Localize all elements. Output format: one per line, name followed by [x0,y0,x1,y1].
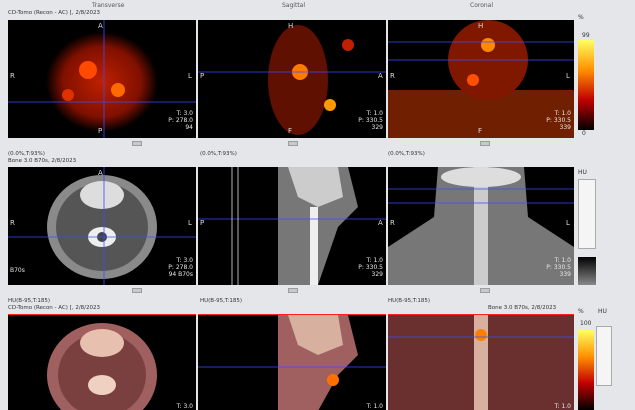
orient-a: A [378,72,383,80]
row3-label: HU(B-95,T:185) [200,298,243,304]
orient-f: F [288,127,293,135]
orient-l: L [188,72,192,80]
slice-info: T: 3.0 P: 278.0 94 B70s [168,257,193,278]
slice-slider[interactable] [288,288,298,293]
slice-slider[interactable] [480,141,490,146]
row2-label: (0.0%,T:93%) [388,151,425,157]
row1-series-label: CD-Tomo (Recon - AC) [, 2/8/2023 [8,10,101,16]
row3-label: HU(B-95,T:185) [388,298,431,304]
slice-info: T: 1.0 P: 330.5 329 [358,110,383,131]
orient-h: H [478,22,484,30]
slice-info: T: 3.0 [176,403,193,410]
orient-f: F [478,127,483,135]
pet-colorbar: % 99 0 [578,14,594,138]
orient-a: A [98,169,103,177]
row3-label: HU(B-95,T:185) [8,298,51,304]
slice-info: T: 3.0 P: 278.0 94 [168,110,193,131]
orient-r: R [10,219,15,227]
slice-slider[interactable] [288,141,298,146]
ct-coronal-viewport[interactable]: R L T: 1.0 P: 330.5 339 [388,167,574,285]
fusion-sagittal-viewport[interactable]: T: 1.0 [198,314,386,410]
kernel-label: B70s [10,267,25,274]
orient-r: R [390,72,395,80]
row3-series-label-ct: Bone 3.0 B70s, 2/8/2023 [488,305,557,311]
orient-a: A [98,22,103,30]
slice-info: T: 1.0 P: 330.5 339 [546,257,571,278]
slice-slider[interactable] [132,288,142,293]
orient-l: L [566,219,570,227]
fusion-ct-bar: HU [596,308,612,410]
ct-sagittal-viewport[interactable]: P A T: 1.0 P: 330.5 329 [198,167,386,285]
orient-r: R [390,219,395,227]
pet-transverse-viewport[interactable]: A R L P T: 3.0 P: 278.0 94 [8,20,196,138]
slice-slider[interactable] [132,141,142,146]
orient-p: P [200,219,205,227]
slice-slider[interactable] [480,288,490,293]
view-title-coronal: Coronal [470,2,494,9]
orient-h: H [288,22,294,30]
pet-coronal-viewport[interactable]: H R L F T: 1.0 P: 330.5 339 [388,20,574,138]
fusion-coronal-viewport[interactable]: T: 1.0 [388,314,574,410]
slice-info: T: 1.0 P: 330.5 329 [358,257,383,278]
slice-info: T: 1.0 [366,403,383,410]
orient-l: L [188,219,192,227]
viewer: Transverse Sagittal Coronal CD-Tomo (Rec… [0,0,635,410]
ct-transverse-viewport[interactable]: A R L B70s T: 3.0 P: 278.0 94 B70s [8,167,196,285]
row3-series-label: CD-Tomo (Recon - AC) [, 2/8/2023 [8,305,101,311]
ct-window-bar: HU [578,167,596,285]
pet-sagittal-viewport[interactable]: H P A F T: 1.0 P: 330.5 329 [198,20,386,138]
row2-label: (0.0%,T:93%) [8,151,45,157]
orient-a: A [378,219,383,227]
orient-r: R [10,72,15,80]
view-title-sagittal: Sagittal [282,2,306,9]
fusion-colorbar: % 100 50 [578,308,594,410]
orient-p: P [98,127,103,135]
row2-series-label: Bone 3.0 B70s, 2/8/2023 [8,158,77,164]
row2-label: (0.0%,T:93%) [200,151,237,157]
orient-l: L [566,72,570,80]
orient-p: P [200,72,205,80]
fusion-transverse-viewport[interactable]: T: 3.0 [8,314,196,410]
slice-info: T: 1.0 [554,403,571,410]
view-title-transverse: Transverse [92,2,125,9]
slice-info: T: 1.0 P: 330.5 339 [546,110,571,131]
